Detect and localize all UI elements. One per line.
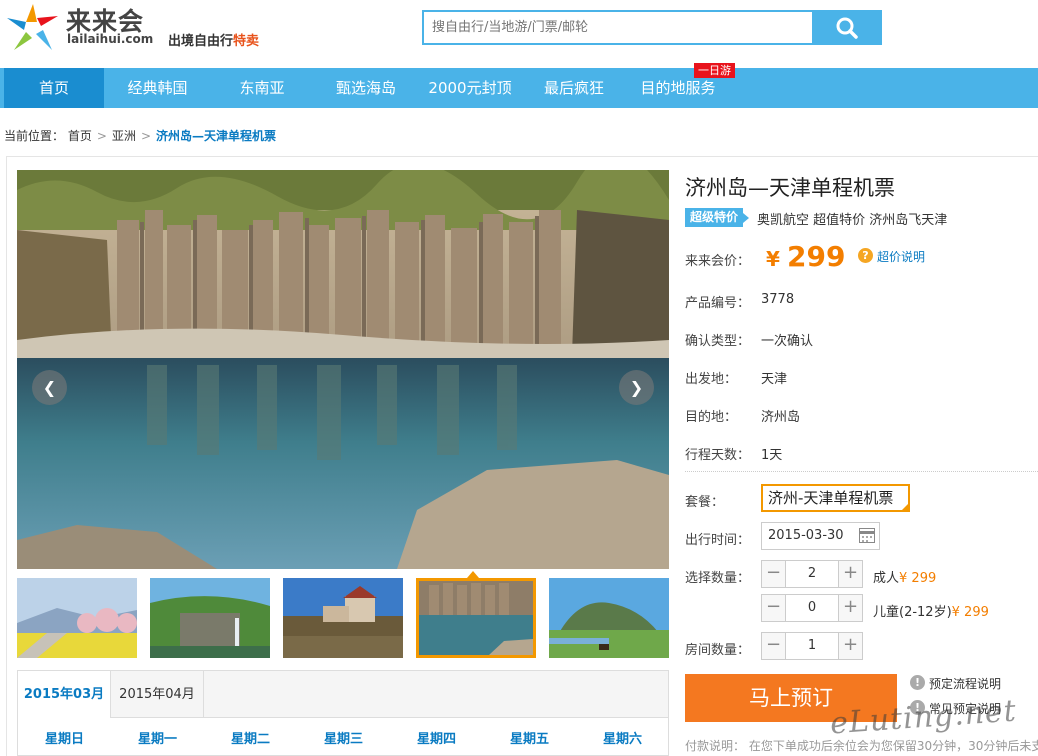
calendar: 2015年03月 2015年04月 星期日 星期一 星期二 星期三 星期四 星期…: [17, 670, 669, 756]
breadcrumb: 当前位置： 首页 > 亚洲 > 济州岛—天津单程机票: [4, 127, 276, 144]
main-product-image: [17, 170, 669, 569]
room-minus-button[interactable]: −: [762, 633, 786, 659]
room-quantity-label: 房间数量：: [685, 643, 751, 658]
weekday-mon: 星期一: [137, 732, 177, 747]
field-value-destination: 济州岛: [761, 410, 801, 425]
thumbnail-5[interactable]: [549, 578, 669, 658]
selected-thumbnail-indicator: [467, 571, 479, 578]
weekday-sat: 星期六: [602, 732, 642, 747]
breadcrumb-asia[interactable]: 亚洲: [112, 129, 136, 143]
divider: [685, 471, 1038, 472]
breadcrumb-current[interactable]: 济州岛—天津单程机票: [156, 129, 276, 143]
nav-badge-day-tour: 一日游: [694, 63, 735, 78]
field-label-product-id: 产品编号：: [685, 296, 751, 311]
adult-price: ¥ 299: [899, 571, 937, 586]
calendar-tab-april[interactable]: 2015年04月: [110, 671, 204, 718]
breadcrumb-prefix: 当前位置：: [4, 129, 65, 143]
slogan-highlight: 特卖: [233, 34, 260, 49]
date-label: 出行时间：: [685, 533, 751, 548]
payment-note: 付款说明： 在您下单成功后余位会为您保留30分钟，30分钟后未支付: [685, 739, 1038, 753]
adult-label: 成人¥ 299: [873, 567, 936, 586]
prev-image-button[interactable]: ❮: [32, 370, 67, 405]
quantity-label: 选择数量：: [685, 571, 751, 586]
nav-last-minute[interactable]: 最后疯狂: [530, 68, 618, 108]
nav-southeast-asia[interactable]: 东南亚: [220, 68, 304, 108]
main-nav: 首页 经典韩国 东南亚 甄选海岛 2000元封顶 最后疯狂 目的地服务: [0, 68, 1038, 108]
weekday-sun: 星期日: [44, 732, 84, 747]
calendar-tab-march[interactable]: 2015年03月: [18, 671, 110, 718]
field-label-destination: 目的地：: [685, 410, 738, 425]
breadcrumb-sep: >: [96, 129, 107, 143]
slogan: 出境自由行特卖: [168, 30, 259, 49]
weekday-wed: 星期三: [323, 732, 363, 747]
next-image-button[interactable]: ❯: [619, 370, 654, 405]
thumbnail-4-selected[interactable]: [416, 578, 536, 658]
child-label-text: 儿童(2-12岁): [873, 605, 952, 620]
package-option-selected[interactable]: 济州-天津单程机票: [761, 484, 910, 512]
checkmark-corner-icon: [900, 504, 908, 512]
breadcrumb-home[interactable]: 首页: [68, 129, 92, 143]
child-minus-button[interactable]: −: [762, 595, 786, 621]
weekday-thu: 星期四: [416, 732, 456, 747]
nav-korea[interactable]: 经典韩国: [110, 68, 205, 108]
adult-quantity-stepper: − 2 +: [761, 560, 863, 588]
logo-icon[interactable]: [4, 2, 62, 54]
child-price: ¥ 299: [951, 605, 989, 620]
chevron-left-icon: ❮: [42, 378, 57, 397]
nav-2000-cap[interactable]: 2000元封顶: [420, 68, 520, 108]
adult-quantity-value[interactable]: 2: [786, 561, 838, 587]
header: 来来会 lailaihui.com 出境自由行特卖: [0, 0, 1038, 68]
search-button[interactable]: [812, 10, 882, 45]
field-label-duration: 行程天数：: [685, 448, 751, 463]
search-box: [422, 10, 812, 45]
field-value-confirm-type: 一次确认: [761, 334, 814, 349]
field-value-duration: 1天: [761, 448, 783, 463]
search-input[interactable]: [424, 12, 812, 43]
adult-plus-button[interactable]: +: [838, 561, 862, 587]
booking-flow-link[interactable]: 预定流程说明: [929, 675, 1001, 692]
price-label: 来来会价：: [685, 254, 751, 269]
price-help-link[interactable]: 超价说明: [877, 248, 925, 265]
search-icon: [836, 17, 858, 39]
brand-domain[interactable]: lailaihui.com: [67, 32, 153, 46]
price-value: 299: [787, 240, 846, 273]
child-quantity-value[interactable]: 0: [786, 595, 838, 621]
help-icon[interactable]: ?: [858, 248, 873, 263]
chevron-right-icon: ❯: [629, 378, 644, 397]
child-quantity-stepper: − 0 +: [761, 594, 863, 622]
special-offer-badge: 超级特价: [685, 208, 750, 227]
field-label-departure: 出发地：: [685, 372, 738, 387]
thumbnail-3[interactable]: [283, 578, 403, 658]
package-label: 套餐：: [685, 495, 725, 510]
room-quantity-value[interactable]: 1: [786, 633, 838, 659]
calendar-icon[interactable]: [859, 528, 875, 543]
info-icon: !: [910, 675, 925, 690]
field-label-confirm-type: 确认类型：: [685, 334, 751, 349]
adult-minus-button[interactable]: −: [762, 561, 786, 587]
price-currency: ¥: [766, 247, 780, 271]
weekday-fri: 星期五: [509, 732, 549, 747]
product-tagline: 奥凯航空 超值特价 济州岛飞天津: [757, 213, 948, 228]
weekday-tue: 星期二: [230, 732, 270, 747]
field-value-product-id: 3778: [761, 292, 795, 307]
nav-home[interactable]: 首页: [4, 68, 104, 108]
child-label: 儿童(2-12岁)¥ 299: [873, 601, 989, 620]
product-title: 济州岛—天津单程机票: [685, 176, 895, 200]
adult-label-text: 成人: [873, 571, 900, 586]
slogan-text: 出境自由行: [168, 34, 234, 49]
room-plus-button[interactable]: +: [838, 633, 862, 659]
thumbnail-1[interactable]: [17, 578, 137, 658]
child-plus-button[interactable]: +: [838, 595, 862, 621]
nav-islands[interactable]: 甄选海岛: [320, 68, 412, 108]
field-value-departure: 天津: [761, 372, 788, 387]
thumbnail-2[interactable]: [150, 578, 270, 658]
room-quantity-stepper: − 1 +: [761, 632, 863, 660]
breadcrumb-sep: >: [140, 129, 151, 143]
